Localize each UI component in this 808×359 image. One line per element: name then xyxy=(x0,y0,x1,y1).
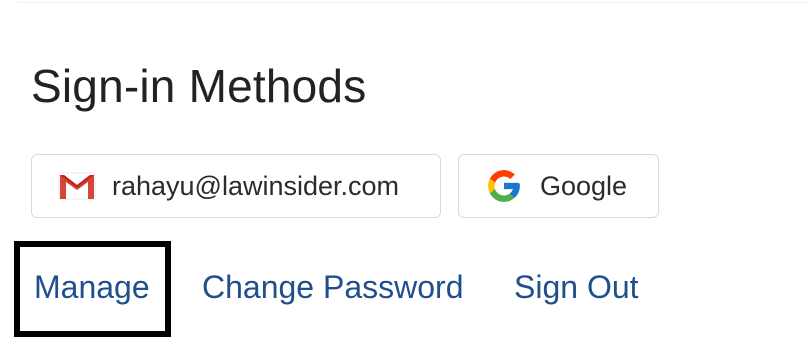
manage-link[interactable]: Manage xyxy=(34,264,150,310)
email-method-label: rahayu@lawinsider.com xyxy=(112,170,400,201)
google-method-label: Google xyxy=(540,170,628,201)
email-method-chip[interactable]: rahayu@lawinsider.com xyxy=(31,154,441,218)
sign-in-method-list: rahayu@lawinsider.com Google xyxy=(31,154,659,218)
top-divider xyxy=(18,2,808,3)
sign-in-methods-panel: Sign-in Methods rahayu@lawinsider.com Go… xyxy=(0,0,808,359)
google-icon xyxy=(484,166,524,206)
gmail-icon xyxy=(57,166,97,206)
change-password-link[interactable]: Change Password xyxy=(202,264,463,310)
account-action-links: Manage Change Password Sign Out xyxy=(0,240,808,337)
sign-out-link[interactable]: Sign Out xyxy=(514,264,639,310)
google-method-chip[interactable]: Google xyxy=(458,154,659,218)
page-title: Sign-in Methods xyxy=(31,60,367,112)
